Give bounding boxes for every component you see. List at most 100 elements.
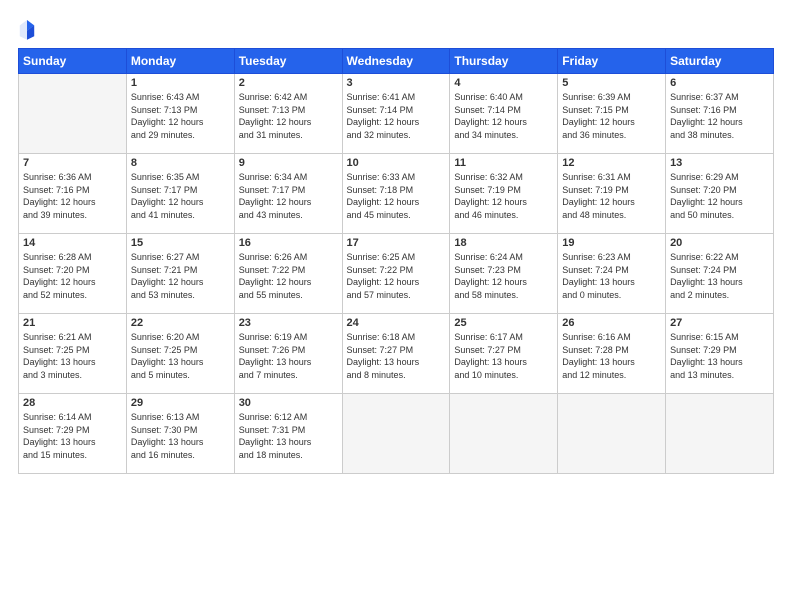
calendar-body: 1 Sunrise: 6:43 AMSunset: 7:13 PMDaylight…	[19, 74, 774, 474]
day-number: 10	[347, 157, 446, 169]
day-number: 17	[347, 237, 446, 249]
day-number: 24	[347, 317, 446, 329]
day-cell: 14 Sunrise: 6:28 AMSunset: 7:20 PMDayligh…	[19, 234, 127, 314]
cell-text: Sunrise: 6:31 AMSunset: 7:19 PMDaylight:…	[562, 171, 661, 221]
cell-text: Sunrise: 6:39 AMSunset: 7:15 PMDaylight:…	[562, 91, 661, 141]
header-day-friday: Friday	[558, 49, 666, 74]
cell-text: Sunrise: 6:35 AMSunset: 7:17 PMDaylight:…	[131, 171, 230, 221]
header-day-tuesday: Tuesday	[234, 49, 342, 74]
day-number: 28	[23, 397, 122, 409]
day-number: 16	[239, 237, 338, 249]
day-cell: 9 Sunrise: 6:34 AMSunset: 7:17 PMDaylight…	[234, 154, 342, 234]
day-number: 6	[670, 77, 769, 89]
cell-text: Sunrise: 6:19 AMSunset: 7:26 PMDaylight:…	[239, 331, 338, 381]
header-day-wednesday: Wednesday	[342, 49, 450, 74]
day-cell	[558, 394, 666, 474]
week-row-1: 7Sunrise: 6:36 AMSunset: 7:16 PMDaylight…	[19, 154, 774, 234]
week-row-3: 21 Sunrise: 6:21 AMSunset: 7:25 PMDayligh…	[19, 314, 774, 394]
day-cell: 6 Sunrise: 6:37 AMSunset: 7:16 PMDaylight…	[666, 74, 774, 154]
day-number: 14	[23, 237, 122, 249]
day-cell: 2 Sunrise: 6:42 AMSunset: 7:13 PMDaylight…	[234, 74, 342, 154]
day-number: 20	[670, 237, 769, 249]
day-cell: 10 Sunrise: 6:33 AMSunset: 7:18 PMDayligh…	[342, 154, 450, 234]
cell-text: Sunrise: 6:18 AMSunset: 7:27 PMDaylight:…	[347, 331, 446, 381]
cell-text: Sunrise: 6:25 AMSunset: 7:22 PMDaylight:…	[347, 251, 446, 301]
logo-icon	[18, 18, 36, 40]
day-number: 9	[239, 157, 338, 169]
cell-text: Sunrise: 6:37 AMSunset: 7:16 PMDaylight:…	[670, 91, 769, 141]
day-cell: 16 Sunrise: 6:26 AMSunset: 7:22 PMDayligh…	[234, 234, 342, 314]
cell-text: Sunrise: 6:14 AMSunset: 7:29 PMDaylight:…	[23, 411, 122, 461]
cell-text: Sunrise: 6:32 AMSunset: 7:19 PMDaylight:…	[454, 171, 553, 221]
day-number: 8	[131, 157, 230, 169]
week-row-0: 1 Sunrise: 6:43 AMSunset: 7:13 PMDaylight…	[19, 74, 774, 154]
week-row-2: 14 Sunrise: 6:28 AMSunset: 7:20 PMDayligh…	[19, 234, 774, 314]
cell-text: Sunrise: 6:28 AMSunset: 7:20 PMDaylight:…	[23, 251, 122, 301]
day-cell: 4 Sunrise: 6:40 AMSunset: 7:14 PMDaylight…	[450, 74, 558, 154]
week-row-4: 28 Sunrise: 6:14 AMSunset: 7:29 PMDayligh…	[19, 394, 774, 474]
cell-text: Sunrise: 6:40 AMSunset: 7:14 PMDaylight:…	[454, 91, 553, 141]
day-cell: 1 Sunrise: 6:43 AMSunset: 7:13 PMDaylight…	[126, 74, 234, 154]
day-cell: 26 Sunrise: 6:16 AMSunset: 7:28 PMDayligh…	[558, 314, 666, 394]
day-cell: 29Sunrise: 6:13 AMSunset: 7:30 PMDayligh…	[126, 394, 234, 474]
day-number: 11	[454, 157, 553, 169]
day-number: 4	[454, 77, 553, 89]
day-cell: 28 Sunrise: 6:14 AMSunset: 7:29 PMDayligh…	[19, 394, 127, 474]
cell-text: Sunrise: 6:24 AMSunset: 7:23 PMDaylight:…	[454, 251, 553, 301]
day-cell: 12 Sunrise: 6:31 AMSunset: 7:19 PMDayligh…	[558, 154, 666, 234]
day-number: 30	[239, 397, 338, 409]
day-cell	[450, 394, 558, 474]
day-cell	[666, 394, 774, 474]
day-cell	[19, 74, 127, 154]
day-cell: 27Sunrise: 6:15 AMSunset: 7:29 PMDayligh…	[666, 314, 774, 394]
day-number: 19	[562, 237, 661, 249]
day-cell: 13Sunrise: 6:29 AMSunset: 7:20 PMDayligh…	[666, 154, 774, 234]
cell-text: Sunrise: 6:34 AMSunset: 7:17 PMDaylight:…	[239, 171, 338, 221]
day-cell	[342, 394, 450, 474]
day-cell: 30 Sunrise: 6:12 AMSunset: 7:31 PMDayligh…	[234, 394, 342, 474]
cell-text: Sunrise: 6:26 AMSunset: 7:22 PMDaylight:…	[239, 251, 338, 301]
header-day-thursday: Thursday	[450, 49, 558, 74]
day-number: 3	[347, 77, 446, 89]
cell-text: Sunrise: 6:33 AMSunset: 7:18 PMDaylight:…	[347, 171, 446, 221]
day-number: 1	[131, 77, 230, 89]
day-number: 23	[239, 317, 338, 329]
page: SundayMondayTuesdayWednesdayThursdayFrid…	[0, 0, 792, 612]
cell-text: Sunrise: 6:23 AMSunset: 7:24 PMDaylight:…	[562, 251, 661, 301]
day-cell: 17 Sunrise: 6:25 AMSunset: 7:22 PMDayligh…	[342, 234, 450, 314]
day-cell: 15Sunrise: 6:27 AMSunset: 7:21 PMDayligh…	[126, 234, 234, 314]
day-number: 21	[23, 317, 122, 329]
day-number: 12	[562, 157, 661, 169]
day-cell: 25 Sunrise: 6:17 AMSunset: 7:27 PMDayligh…	[450, 314, 558, 394]
day-cell: 22 Sunrise: 6:20 AMSunset: 7:25 PMDayligh…	[126, 314, 234, 394]
cell-text: Sunrise: 6:20 AMSunset: 7:25 PMDaylight:…	[131, 331, 230, 381]
day-number: 5	[562, 77, 661, 89]
day-cell: 7Sunrise: 6:36 AMSunset: 7:16 PMDaylight…	[19, 154, 127, 234]
day-number: 26	[562, 317, 661, 329]
day-cell: 21 Sunrise: 6:21 AMSunset: 7:25 PMDayligh…	[19, 314, 127, 394]
day-cell: 18 Sunrise: 6:24 AMSunset: 7:23 PMDayligh…	[450, 234, 558, 314]
day-number: 18	[454, 237, 553, 249]
cell-text: Sunrise: 6:43 AMSunset: 7:13 PMDaylight:…	[131, 91, 230, 141]
day-cell: 8 Sunrise: 6:35 AMSunset: 7:17 PMDaylight…	[126, 154, 234, 234]
logo	[18, 18, 40, 40]
day-number: 27	[670, 317, 769, 329]
day-cell: 19 Sunrise: 6:23 AMSunset: 7:24 PMDayligh…	[558, 234, 666, 314]
day-number: 25	[454, 317, 553, 329]
cell-text: Sunrise: 6:41 AMSunset: 7:14 PMDaylight:…	[347, 91, 446, 141]
day-cell: 3 Sunrise: 6:41 AMSunset: 7:14 PMDaylight…	[342, 74, 450, 154]
day-cell: 23 Sunrise: 6:19 AMSunset: 7:26 PMDayligh…	[234, 314, 342, 394]
cell-text: Sunrise: 6:21 AMSunset: 7:25 PMDaylight:…	[23, 331, 122, 381]
cell-text: Sunrise: 6:17 AMSunset: 7:27 PMDaylight:…	[454, 331, 553, 381]
day-number: 22	[131, 317, 230, 329]
day-number: 29	[131, 397, 230, 409]
cell-text: Sunrise: 6:36 AMSunset: 7:16 PMDaylight:…	[23, 171, 122, 221]
cell-text: Sunrise: 6:29 AMSunset: 7:20 PMDaylight:…	[670, 171, 769, 221]
cell-text: Sunrise: 6:42 AMSunset: 7:13 PMDaylight:…	[239, 91, 338, 141]
calendar-table: SundayMondayTuesdayWednesdayThursdayFrid…	[18, 48, 774, 474]
cell-text: Sunrise: 6:12 AMSunset: 7:31 PMDaylight:…	[239, 411, 338, 461]
cell-text: Sunrise: 6:16 AMSunset: 7:28 PMDaylight:…	[562, 331, 661, 381]
day-cell: 11 Sunrise: 6:32 AMSunset: 7:19 PMDayligh…	[450, 154, 558, 234]
day-number: 2	[239, 77, 338, 89]
cell-text: Sunrise: 6:27 AMSunset: 7:21 PMDaylight:…	[131, 251, 230, 301]
